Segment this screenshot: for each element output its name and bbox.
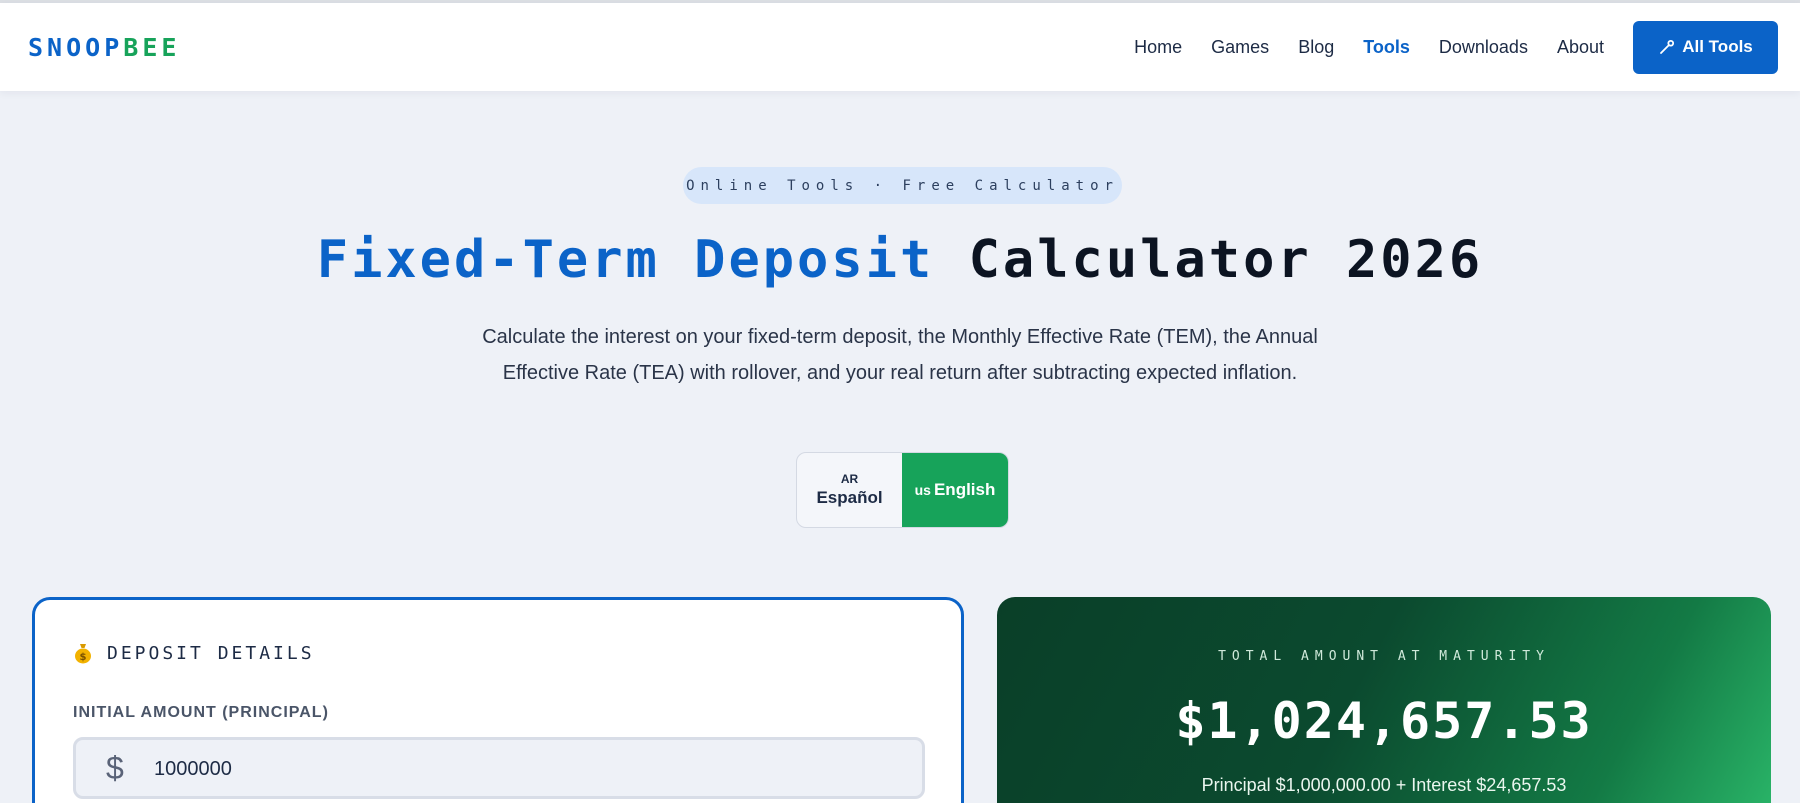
initial-amount-input[interactable] [154, 754, 854, 784]
title-rest: Calculator 2026 [968, 230, 1484, 290]
nav-tools[interactable]: Tools [1363, 37, 1410, 58]
language-toggle: AR Español us English [796, 452, 1009, 528]
result-card: TOTAL AMOUNT AT MATURITY $1,024,657.53 P… [997, 597, 1771, 803]
nav-games[interactable]: Games [1211, 37, 1269, 58]
deposit-details-title: DEPOSIT DETAILS [107, 642, 315, 664]
title-highlight: Fixed-Term Deposit [316, 230, 935, 290]
total-at-maturity-value: $1,024,657.53 [1175, 692, 1593, 750]
logo[interactable]: SNOOPBEE [28, 33, 180, 62]
principal-interest-breakdown: Principal $1,000,000.00 + Interest $24,6… [1201, 775, 1567, 795]
page-title: Fixed-Term Deposit Calculator 2026 [0, 230, 1800, 290]
dollar-icon: $ [106, 750, 124, 786]
nav-downloads[interactable]: Downloads [1439, 37, 1528, 58]
page-subtitle: Calculate the interest on your fixed-ter… [482, 326, 1318, 384]
nav-blog[interactable]: Blog [1298, 37, 1334, 58]
spanish-label: Español [816, 488, 883, 507]
total-at-maturity-label: TOTAL AMOUNT AT MATURITY [1218, 649, 1550, 664]
deposit-details-card: $ DEPOSIT DETAILS INITIAL AMOUNT (PRINCI… [32, 597, 964, 803]
initial-amount-field[interactable]: $ [73, 737, 925, 799]
wrench-icon [1660, 39, 1675, 54]
all-tools-label: All Tools [1682, 37, 1753, 56]
category-pill: Online Tools · Free Calculator [683, 167, 1122, 204]
spanish-flag-code: AR [840, 472, 859, 486]
logo-part-2: BEE [123, 33, 181, 62]
english-label: English [933, 480, 996, 499]
site-header: SNOOPBEE Home Games Blog Tools Downloads… [0, 3, 1800, 91]
initial-amount-label: INITIAL AMOUNT (PRINCIPAL) [73, 704, 329, 721]
language-english-button[interactable]: us English [902, 453, 1008, 527]
english-flag-code: us [914, 482, 931, 498]
deposit-details-heading: $ DEPOSIT DETAILS [73, 642, 315, 664]
language-spanish-button[interactable]: AR Español [797, 453, 902, 527]
nav-about[interactable]: About [1557, 37, 1604, 58]
all-tools-button[interactable]: All Tools [1633, 20, 1778, 74]
svg-text:$: $ [80, 652, 87, 663]
main-nav: Home Games Blog Tools Downloads About Al… [1105, 3, 1778, 91]
logo-part-1: SNOOP [28, 33, 124, 62]
money-bag-icon: $ [75, 644, 91, 664]
nav-home[interactable]: Home [1134, 37, 1182, 58]
